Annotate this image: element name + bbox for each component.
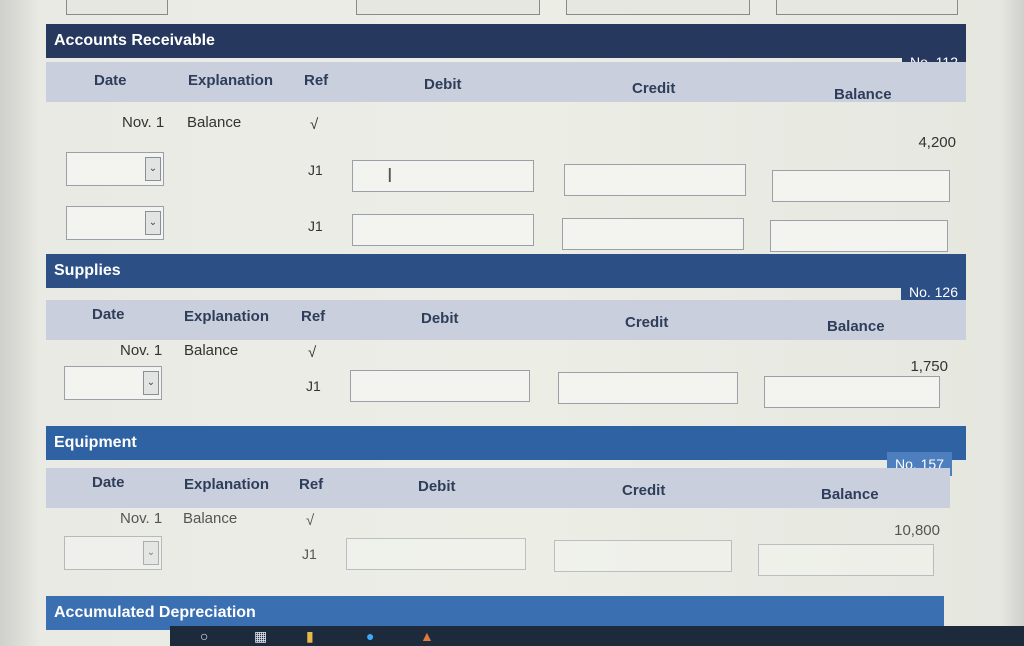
entry-ref: J1: [302, 546, 317, 562]
header-balance: Balance: [821, 486, 879, 503]
debit-input[interactable]: [352, 214, 534, 246]
balance-input[interactable]: [764, 376, 940, 408]
chevron-down-icon[interactable]: ⌄: [143, 371, 159, 395]
opening-balance: 10,800: [894, 522, 940, 539]
header-credit: Credit: [622, 482, 666, 499]
account-accounts-receivable: Accounts Receivable No. 112 Date Explana…: [46, 24, 966, 260]
opening-date: Nov. 1: [122, 114, 165, 131]
date-select[interactable]: ⌄: [64, 536, 162, 570]
balance-input[interactable]: [772, 170, 950, 202]
header-debit: Debit: [424, 76, 462, 93]
text-cursor-icon: I: [387, 165, 393, 187]
ledger-row-entry: ⌄ J1 I: [46, 152, 966, 206]
account-title-bar: Equipment No. 157: [46, 426, 966, 476]
search-icon[interactable]: ○: [200, 628, 208, 644]
app-icon[interactable]: ▲: [420, 628, 434, 644]
check-icon: √: [306, 512, 315, 529]
opening-balance: 1,750: [910, 358, 948, 375]
entry-ref: J1: [308, 218, 323, 234]
ledger-row-entry: ⌄ J1: [46, 206, 966, 260]
header-date: Date: [94, 72, 127, 89]
chevron-down-icon[interactable]: ⌄: [145, 211, 161, 235]
previous-date-select[interactable]: [66, 0, 168, 15]
header-ref: Ref: [304, 72, 329, 89]
debit-input[interactable]: [350, 370, 530, 402]
date-select[interactable]: ⌄: [66, 206, 164, 240]
previous-credit-input[interactable]: [566, 0, 750, 15]
header-balance: Balance: [827, 318, 885, 335]
previous-balance-input[interactable]: [776, 0, 958, 15]
date-select[interactable]: ⌄: [66, 152, 164, 186]
column-header-row: Date Explanation Ref Debit Credit Balanc…: [46, 62, 966, 103]
opening-date: Nov. 1: [120, 342, 163, 359]
opening-balance: 4,200: [918, 134, 956, 151]
opening-explanation: Balance: [187, 114, 242, 131]
entry-ref: J1: [306, 378, 321, 394]
debit-input[interactable]: I: [352, 160, 534, 192]
task-view-icon[interactable]: ▦: [254, 628, 267, 645]
header-credit: Credit: [632, 80, 676, 97]
ledger-row-opening: Nov. 1 Balance √ 4,200: [46, 102, 966, 152]
browser-icon[interactable]: ●: [366, 628, 374, 644]
account-title: Accumulated Depreciation: [54, 604, 256, 621]
balance-input[interactable]: [758, 544, 934, 576]
account-title: Supplies: [54, 262, 121, 279]
check-icon: √: [308, 344, 317, 361]
header-balance: Balance: [834, 86, 892, 103]
debit-input[interactable]: [346, 538, 526, 570]
column-header-row: Date Explanation Ref Debit Credit Balanc…: [46, 468, 950, 508]
header-debit: Debit: [418, 478, 456, 495]
folder-icon[interactable]: ▮: [306, 628, 314, 645]
header-ref: Ref: [299, 476, 324, 493]
previous-debit-input[interactable]: [356, 0, 540, 15]
account-title: Equipment: [54, 434, 137, 451]
account-title-bar: Supplies No. 126: [46, 254, 966, 304]
entry-ref: J1: [308, 162, 323, 178]
opening-date: Nov. 1: [120, 510, 163, 527]
ledger-row-entry: ⌄ J1: [46, 536, 966, 598]
balance-input[interactable]: [770, 220, 948, 252]
ledger-page: Accounts Receivable No. 112 Date Explana…: [0, 0, 1024, 646]
header-date: Date: [92, 306, 125, 323]
previous-account-row: [0, 0, 1024, 22]
credit-input[interactable]: [562, 218, 744, 250]
account-supplies: Supplies No. 126 Date Explanation Ref De…: [46, 254, 966, 432]
account-equipment: Equipment No. 157 Date Explanation Ref D…: [46, 426, 966, 598]
header-ref: Ref: [301, 308, 326, 325]
chevron-down-icon[interactable]: ⌄: [143, 541, 159, 565]
header-debit: Debit: [421, 310, 459, 327]
credit-input[interactable]: [554, 540, 732, 572]
column-header-row: Date Explanation Ref Debit Credit Balanc…: [46, 300, 966, 340]
header-explanation: Explanation: [184, 308, 270, 325]
check-icon: √: [310, 116, 319, 133]
header-explanation: Explanation: [184, 476, 270, 493]
account-accumulated-depreciation: Accumulated Depreciation: [46, 596, 944, 630]
credit-input[interactable]: [564, 164, 746, 196]
account-title-bar: Accounts Receivable No. 112: [46, 24, 966, 74]
header-credit: Credit: [625, 314, 669, 331]
header-date: Date: [92, 474, 125, 491]
account-title-bar: Accumulated Depreciation: [46, 596, 944, 630]
date-select[interactable]: ⌄: [64, 366, 162, 400]
account-title: Accounts Receivable: [54, 32, 215, 49]
opening-explanation: Balance: [183, 510, 238, 527]
credit-input[interactable]: [558, 372, 738, 404]
header-explanation: Explanation: [188, 72, 274, 89]
chevron-down-icon[interactable]: ⌄: [145, 157, 161, 181]
opening-explanation: Balance: [184, 342, 239, 359]
taskbar: ○ ▦ ▮ ● ▲: [170, 626, 1024, 646]
